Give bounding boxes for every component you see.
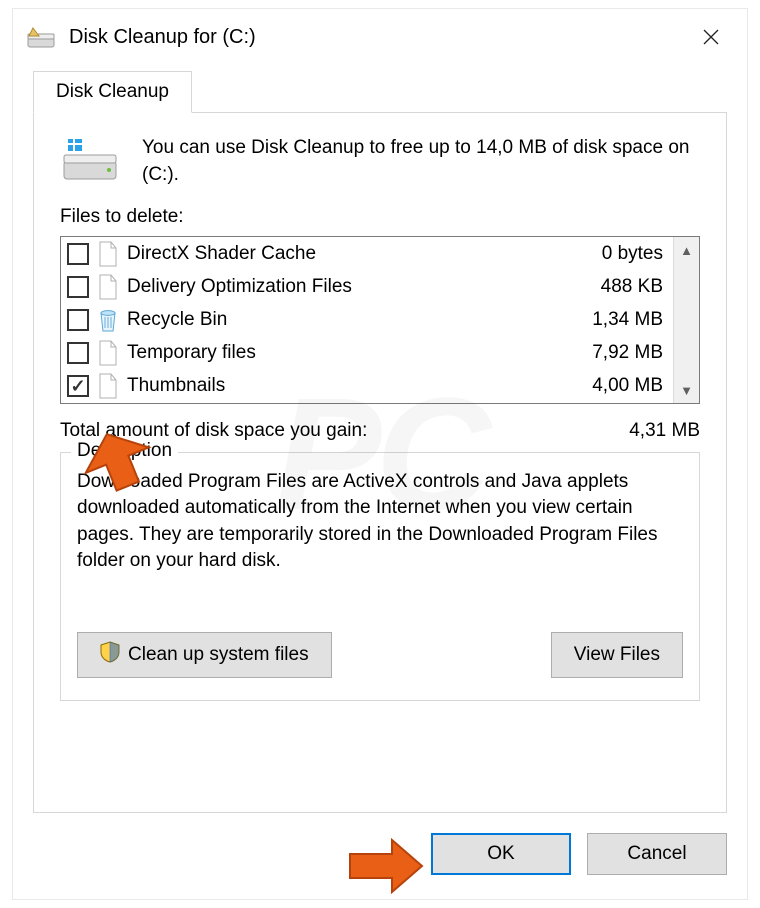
window-title: Disk Cleanup for (C:) [69,26,689,49]
total-label: Total amount of disk space you gain: [60,420,367,442]
item-size: 4,00 MB [592,375,667,397]
item-label: Recycle Bin [127,309,584,331]
item-size: 1,34 MB [592,309,667,331]
disk-cleanup-dialog: Disk Cleanup for (C:) Disk Cleanup You c… [12,8,748,900]
checkbox[interactable] [67,243,89,265]
file-icon [97,373,119,399]
files-to-delete-label: Files to delete: [60,206,700,228]
total-value: 4,31 MB [629,420,700,442]
item-label: DirectX Shader Cache [127,243,594,265]
recycle-bin-icon [97,307,119,333]
list-item[interactable]: DirectX Shader Cache 0 bytes [61,237,673,270]
intro-text: You can use Disk Cleanup to free up to 1… [142,135,700,188]
checkbox[interactable] [67,309,89,331]
description-group: Description Downloaded Program Files are… [60,452,700,701]
drive-sweep-icon [27,26,55,48]
titlebar: Disk Cleanup for (C:) [13,9,747,65]
scroll-down-icon[interactable]: ▼ [680,377,693,403]
cleanup-system-files-button[interactable]: Clean up system files [77,632,332,678]
cleanup-button-label: Clean up system files [128,644,309,666]
checkbox[interactable] [67,276,89,298]
drive-icon [60,135,120,183]
cancel-label: Cancel [627,843,686,865]
cancel-button[interactable]: Cancel [587,833,727,875]
file-icon [97,241,119,267]
shield-icon [100,641,120,669]
file-icon [97,274,119,300]
view-files-button[interactable]: View Files [551,632,683,678]
list-item[interactable]: Temporary files 7,92 MB [61,336,673,369]
close-button[interactable] [689,15,733,59]
dialog-footer: OK Cancel [13,833,727,875]
list-item[interactable]: Recycle Bin 1,34 MB [61,303,673,336]
list-item[interactable]: Thumbnails 4,00 MB [61,369,673,402]
intro-row: You can use Disk Cleanup to free up to 1… [60,135,700,188]
item-label: Thumbnails [127,375,584,397]
checkbox[interactable] [67,375,89,397]
description-text: Downloaded Program Files are ActiveX con… [77,469,683,574]
files-listbox[interactable]: DirectX Shader Cache 0 bytes Delivery Opti… [60,236,700,404]
item-label: Temporary files [127,342,584,364]
ok-label: OK [487,843,514,865]
tabstrip: Disk Cleanup [33,71,727,113]
panel: You can use Disk Cleanup to free up to 1… [33,113,727,813]
checkbox[interactable] [67,342,89,364]
item-label: Delivery Optimization Files [127,276,593,298]
item-size: 0 bytes [602,243,667,265]
tab-disk-cleanup[interactable]: Disk Cleanup [33,71,192,113]
item-size: 488 KB [601,276,667,298]
view-files-label: View Files [574,644,660,666]
item-size: 7,92 MB [592,342,667,364]
list-item[interactable]: Delivery Optimization Files 488 KB [61,270,673,303]
ok-button[interactable]: OK [431,833,571,875]
scroll-up-icon[interactable]: ▲ [680,237,693,263]
description-heading: Description [71,440,178,462]
file-icon [97,340,119,366]
total-row: Total amount of disk space you gain: 4,3… [60,420,700,442]
scrollbar[interactable]: ▲ ▼ [673,237,699,403]
